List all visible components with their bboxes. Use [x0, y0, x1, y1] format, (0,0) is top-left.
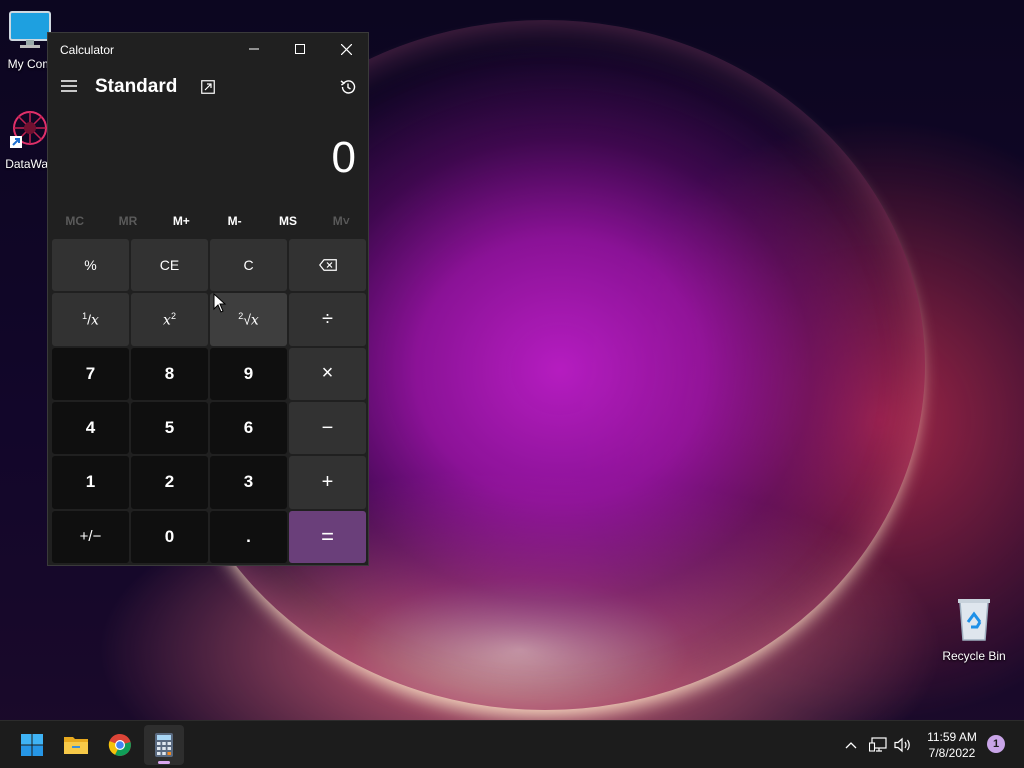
close-button[interactable] — [323, 33, 369, 65]
digit-8-button[interactable]: 8 — [131, 347, 208, 400]
square-root-symbol: 2√x — [238, 310, 259, 329]
memory-recall-button[interactable]: MR — [101, 207, 154, 235]
windows-logo-icon — [21, 734, 43, 756]
reciprocal-button[interactable]: 1/x — [52, 293, 129, 346]
network-button[interactable] — [867, 721, 889, 768]
minimize-icon — [249, 48, 259, 50]
desktop-icon-label: Recycle Bin — [942, 649, 1006, 663]
backspace-icon — [318, 259, 337, 272]
clear-button[interactable]: C — [210, 239, 287, 292]
show-hidden-icons-button[interactable] — [840, 721, 862, 768]
history-button[interactable] — [336, 75, 360, 99]
window-title: Calculator — [60, 43, 115, 57]
subtract-button[interactable]: − — [289, 401, 366, 455]
mode-title: Standard — [95, 76, 178, 97]
navigation-menu-button[interactable] — [56, 73, 82, 99]
digit-9-button[interactable]: 9 — [210, 347, 287, 400]
hamburger-icon — [61, 80, 77, 92]
equals-button[interactable]: = — [289, 510, 366, 563]
square-button[interactable]: x2 — [131, 293, 208, 346]
clock-button[interactable]: 11:59 AM 7/8/2022 — [920, 721, 984, 768]
maximize-button[interactable] — [277, 33, 323, 65]
digit-3-button[interactable]: 3 — [210, 456, 287, 509]
chrome-icon — [108, 733, 131, 756]
digit-2-button[interactable]: 2 — [131, 456, 208, 509]
digit-5-button[interactable]: 5 — [131, 401, 208, 455]
memory-clear-button[interactable]: MC — [48, 207, 101, 235]
digit-7-button[interactable]: 7 — [52, 347, 129, 400]
multiply-button[interactable]: × — [289, 347, 366, 400]
desktop-icon-recycle-bin[interactable]: Recycle Bin — [938, 596, 1010, 663]
memory-list-button[interactable]: M˅ — [315, 207, 368, 235]
memory-add-button[interactable]: M+ — [155, 207, 208, 235]
folder-icon — [64, 737, 88, 754]
recycle-bin-icon — [938, 596, 1010, 645]
calculator-taskbar-button[interactable] — [144, 725, 184, 765]
decimal-button[interactable]: . — [210, 510, 287, 563]
close-icon — [340, 43, 352, 55]
mouse-pointer-icon — [213, 293, 227, 313]
digit-0-button[interactable]: 0 — [131, 510, 208, 563]
backspace-button[interactable] — [289, 239, 366, 292]
volume-button[interactable] — [892, 721, 914, 768]
clock-time: 11:59 AM — [927, 730, 977, 744]
clock-date: 7/8/2022 — [928, 746, 976, 760]
history-icon — [340, 80, 356, 94]
calculator-window: Calculator Standard 0 MC MR M+ M- MS M˅ … — [47, 32, 369, 566]
taskbar: 11:59 AM 7/8/2022 — [0, 720, 1024, 768]
calculator-header: Standard — [48, 67, 368, 101]
notification-badge[interactable]: 1 — [987, 735, 1005, 753]
calculator-app-icon — [155, 733, 173, 757]
maximize-icon — [295, 44, 305, 54]
digit-6-button[interactable]: 6 — [210, 401, 287, 455]
minimize-button[interactable] — [231, 33, 277, 65]
negate-button[interactable]: +/− — [52, 510, 129, 563]
reciprocal-symbol: 1/x — [82, 310, 99, 329]
memory-store-button[interactable]: MS — [261, 207, 314, 235]
keep-on-top-icon — [201, 80, 215, 94]
chrome-button[interactable] — [100, 725, 140, 765]
network-icon — [869, 737, 887, 752]
percent-button[interactable]: % — [52, 239, 129, 292]
keypad: % CE C 1/x x2 2√x ÷ 7 8 9 × 4 5 6 − 1 2 … — [52, 239, 366, 563]
divide-button[interactable]: ÷ — [289, 293, 366, 346]
digit-4-button[interactable]: 4 — [52, 401, 129, 455]
start-button[interactable] — [12, 725, 52, 765]
result-display: 0 — [331, 133, 356, 182]
title-bar[interactable]: Calculator — [48, 33, 368, 67]
clear-entry-button[interactable]: CE — [131, 239, 208, 292]
speaker-icon — [894, 737, 910, 753]
memory-subtract-button[interactable]: M- — [208, 207, 261, 235]
memory-row: MC MR M+ M- MS M˅ — [48, 207, 368, 235]
digit-1-button[interactable]: 1 — [52, 456, 129, 509]
keep-on-top-button[interactable] — [196, 75, 220, 99]
chevron-up-icon — [845, 742, 857, 749]
square-symbol: x2 — [163, 310, 176, 329]
file-explorer-button[interactable] — [56, 725, 96, 765]
active-indicator — [158, 761, 170, 764]
add-button[interactable]: + — [289, 456, 366, 509]
